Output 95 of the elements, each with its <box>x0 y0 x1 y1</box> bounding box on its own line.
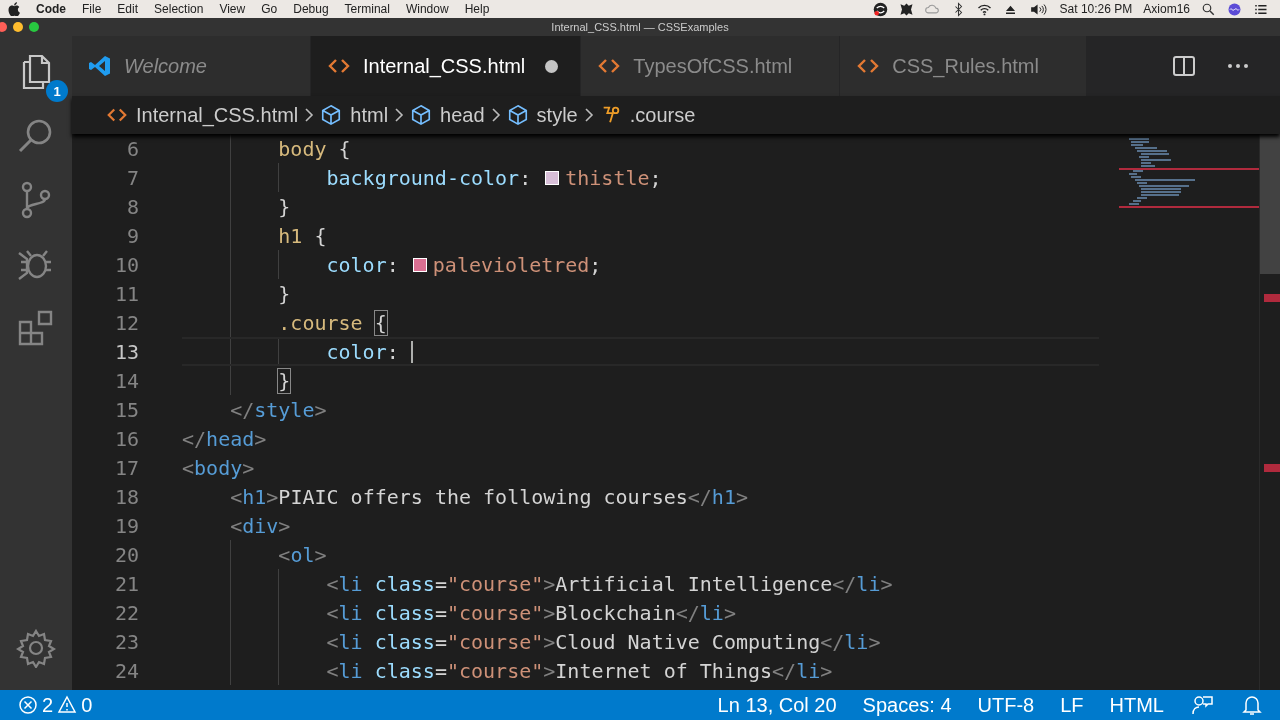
line-number: 12 <box>113 310 139 335</box>
chevron-right-icon <box>304 107 315 123</box>
line-number: 11 <box>113 281 139 306</box>
line-number: 9 <box>125 223 139 248</box>
status-item[interactable]: UTF-8 <box>977 693 1035 717</box>
breadcrumb[interactable]: head <box>410 103 485 127</box>
apple-icon[interactable] <box>8 2 20 16</box>
code-text: <li class="course">Internet of Things</li> <box>325 658 833 683</box>
line-number: 15 <box>113 397 139 422</box>
settings-icon[interactable] <box>16 628 56 668</box>
menu-item[interactable]: View <box>219 2 246 16</box>
menu-item[interactable]: Debug <box>293 2 329 16</box>
close-button[interactable] <box>0 22 7 32</box>
line-number: 17 <box>113 455 139 480</box>
status-item[interactable]: Spaces: 4 <box>862 693 952 717</box>
status-item[interactable]: Ln 13, Col 20 <box>717 693 837 717</box>
vscode-logo-icon <box>88 54 112 78</box>
line-number: 10 <box>113 252 139 277</box>
code-text: } <box>277 194 291 219</box>
color-swatch[interactable] <box>545 170 560 185</box>
editor-tab[interactable]: TypesOfCSS.html <box>581 36 841 96</box>
explorer-button[interactable]: 1 <box>12 48 70 104</box>
window-title: Internal_CSS.html — CSSExamples <box>551 21 729 33</box>
line-number: 20 <box>113 542 139 567</box>
breadcrumb[interactable]: Internal_CSS.html <box>106 103 299 127</box>
cube-icon <box>506 104 529 126</box>
volume-icon[interactable] <box>1028 1 1049 17</box>
clock[interactable]: Sat 10:26 PM <box>1059 2 1133 16</box>
cube-icon <box>320 104 343 126</box>
badge: 1 <box>46 80 68 102</box>
menu-item[interactable]: Window <box>405 2 449 16</box>
code-text: background-color: <box>325 165 533 190</box>
scrollbar[interactable] <box>1259 134 1280 690</box>
line-number: 23 <box>113 629 139 654</box>
chevron-right-icon <box>394 107 405 123</box>
chevron-right-icon <box>583 107 594 123</box>
breadcrumb[interactable]: .course <box>599 103 696 127</box>
code-text: <li class="course">Artificial Intelligence</li> <box>325 571 893 596</box>
line-number: 6 <box>125 136 139 161</box>
code-text: palevioletred; <box>432 252 602 277</box>
status-item[interactable]: LF <box>1060 693 1084 717</box>
code-text: <body> <box>182 455 255 480</box>
color-swatch[interactable] <box>412 257 427 272</box>
code-text: thistle; <box>565 165 662 190</box>
line-number: 24 <box>113 658 139 683</box>
editor-tab[interactable]: CSS_Rules.html <box>840 36 1087 96</box>
line-number: 13 <box>113 339 139 364</box>
code-text: </head> <box>182 426 267 451</box>
search-icon[interactable] <box>1201 1 1216 17</box>
line-number: 7 <box>125 165 139 190</box>
menu-item[interactable]: Help <box>464 2 490 16</box>
code-text: h1 { <box>277 223 327 248</box>
unsaved-dot-icon <box>545 59 559 73</box>
code-text: <h1>PIAIC offers the following courses</h1> <box>229 484 748 509</box>
menu-item[interactable]: Go <box>261 2 278 16</box>
recorder-icon[interactable] <box>872 1 888 17</box>
minimize-button[interactable] <box>13 22 23 32</box>
code-text: body { <box>277 136 351 161</box>
cube-icon <box>410 104 433 126</box>
code-text: <ol> <box>277 542 327 567</box>
menu-item[interactable]: Terminal <box>344 2 390 16</box>
bell-icon[interactable] <box>1240 693 1264 717</box>
status-item[interactable]: HTML <box>1109 693 1164 717</box>
line-number: 21 <box>113 571 139 596</box>
menu-item[interactable]: Edit <box>117 2 139 16</box>
code-text: color: <box>325 252 400 277</box>
code-text: <div> <box>229 513 291 538</box>
code-text: .course { <box>277 310 387 335</box>
line-number: 16 <box>113 426 139 451</box>
siri-icon[interactable] <box>1227 1 1242 17</box>
menu-item[interactable]: Code <box>36 2 66 16</box>
code-text: } <box>277 281 291 306</box>
chevron-right-icon <box>490 107 501 123</box>
code-text: } <box>277 368 291 393</box>
line-number: 18 <box>113 484 139 509</box>
line-number: 14 <box>113 368 139 393</box>
breadcrumb[interactable]: html <box>320 103 389 127</box>
breadcrumb[interactable]: style <box>506 103 578 127</box>
user-name[interactable]: Axiom16 <box>1143 2 1190 16</box>
zoom-button[interactable] <box>29 22 39 32</box>
text-cursor <box>410 340 413 363</box>
feedback-icon[interactable] <box>1190 693 1214 717</box>
menu-item[interactable]: Selection <box>154 2 204 16</box>
code-text: </style> <box>229 397 327 422</box>
split-editor-icon[interactable] <box>1172 54 1196 78</box>
code-text: <li class="course">Cloud Native Computing</li> <box>325 629 881 654</box>
line-number: 22 <box>113 600 139 625</box>
line-number: 8 <box>125 194 139 219</box>
code-text: color: <box>325 339 400 364</box>
problems-indicator[interactable]: 2 0 <box>18 693 93 717</box>
editor-tab[interactable]: Welcome <box>72 36 311 96</box>
code-text: <li class="course">Blockchain</li> <box>325 600 736 625</box>
editor-tab[interactable]: Internal_CSS.html <box>311 36 582 96</box>
line-number: 19 <box>113 513 139 538</box>
menu-item[interactable]: File <box>82 2 102 16</box>
